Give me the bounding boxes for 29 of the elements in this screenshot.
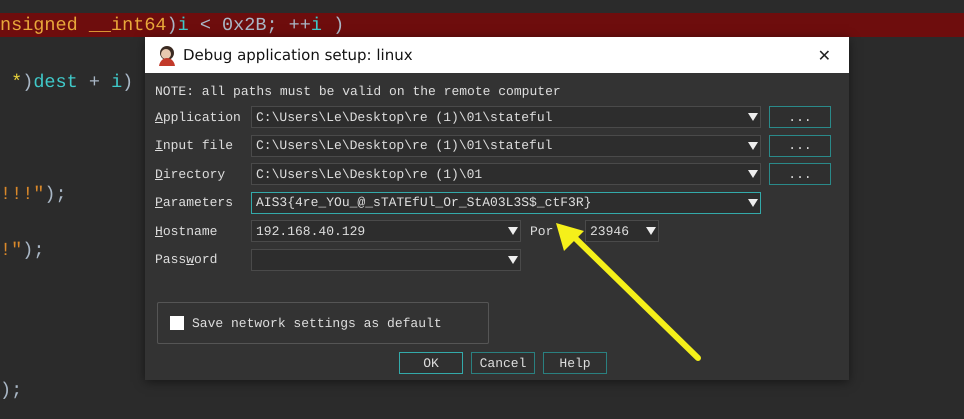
combo-field[interactable]: 192.168.40.129: [251, 220, 521, 242]
combo-field[interactable]: 23946: [585, 220, 659, 242]
code-line: !!!");: [0, 183, 67, 207]
browse-button[interactable]: ...: [769, 163, 831, 186]
window-title: Debug application setup: linux: [183, 46, 414, 64]
dialog-button[interactable]: OK: [399, 352, 463, 374]
code-line: !");: [0, 239, 44, 263]
combo-field[interactable]: AIS3{4re_YOu_@_sTATEfUl_Or_StA03L3S$_ctF3R}: [251, 192, 761, 214]
checkbox-label: Save network settings as default: [192, 316, 442, 330]
combo-field[interactable]: [251, 248, 521, 271]
code-line: *)dest + i): [10, 71, 134, 95]
browse-button[interactable]: ...: [769, 106, 831, 128]
combo-field[interactable]: C:\Users\Le\Desktop\re (1)\01: [251, 163, 761, 186]
field-label: Application: [155, 110, 242, 125]
dialog-button[interactable]: Help: [543, 352, 607, 374]
browse-button[interactable]: ...: [769, 134, 831, 157]
note-text: NOTE: all paths must be valid on the remote computer: [155, 83, 562, 101]
code-line: );: [0, 379, 22, 403]
checkbox[interactable]: [170, 316, 184, 330]
field-label: Password: [155, 252, 218, 268]
port-label: Por: [530, 224, 554, 239]
close-button[interactable]: ✕: [810, 46, 839, 64]
combo-field[interactable]: C:\Users\Le\Desktop\re (1)\01\stateful: [251, 106, 761, 128]
field-label: Parameters: [155, 195, 234, 210]
dialog-button[interactable]: Cancel: [471, 352, 535, 374]
field-label: Directory: [155, 166, 226, 182]
combo-field[interactable]: C:\Users\Le\Desktop\re (1)\01\stateful: [251, 134, 761, 157]
field-label: Input file: [155, 138, 234, 154]
field-label: Hostname: [155, 224, 218, 239]
